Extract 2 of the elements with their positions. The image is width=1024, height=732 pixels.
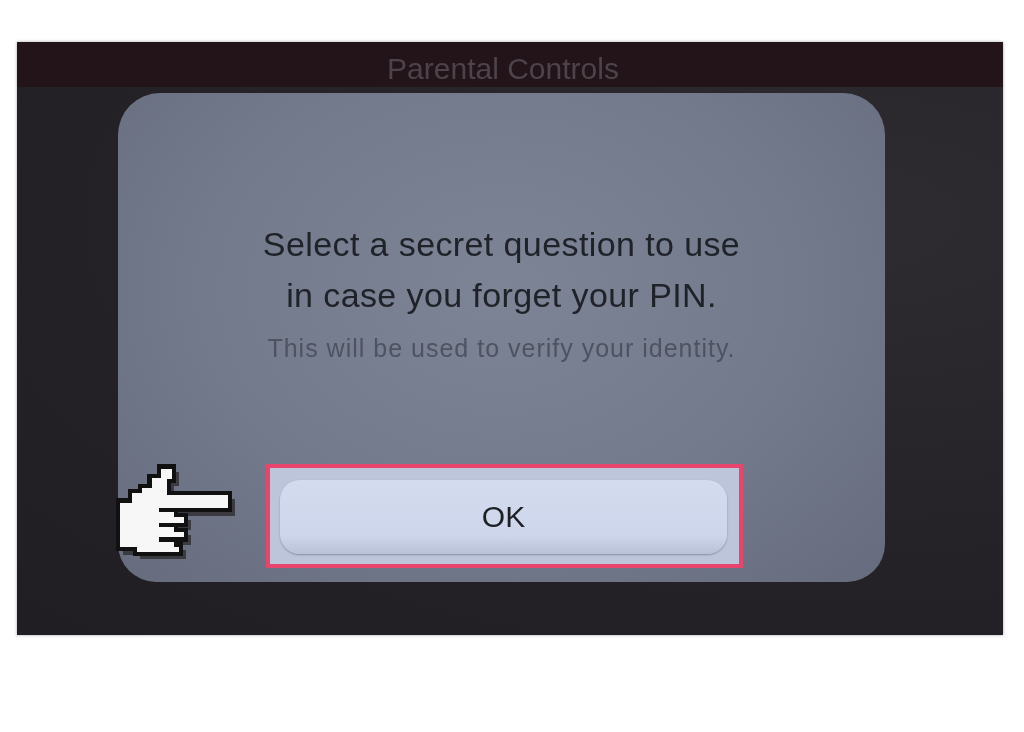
ok-button[interactable]: OK [280,480,727,554]
dialog-message: Select a secret question to use in case you forget your PIN. [261,224,742,316]
